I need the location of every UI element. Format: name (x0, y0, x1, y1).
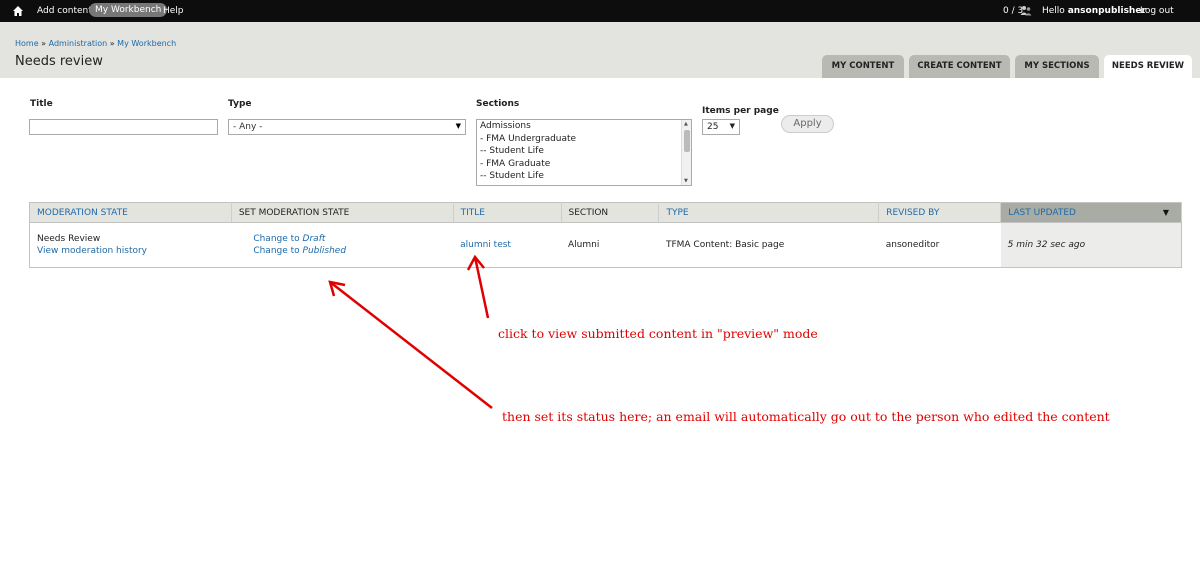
results-table: MODERATION STATE SET MODERATION STATE TI… (29, 202, 1182, 268)
change-to-draft-link[interactable]: Change to Draft (253, 234, 446, 244)
cell-revised-by: ansoneditor (885, 240, 940, 250)
tab-my-sections[interactable]: MY SECTIONS (1015, 55, 1099, 78)
tab-create-content[interactable]: CREATE CONTENT (909, 55, 1010, 78)
breadcrumb-separator: » (41, 39, 47, 48)
cell-section: Alumni (568, 240, 600, 250)
draft-state-label: Draft (302, 234, 326, 244)
header-revised-by[interactable]: REVISED BY (878, 202, 1002, 223)
tab-needs-review[interactable]: NEEDS REVIEW (1104, 55, 1192, 78)
items-per-page-label: Items per page (702, 106, 779, 116)
tab-my-content[interactable]: MY CONTENT (822, 55, 904, 78)
table-row: Needs Review View moderation history Cha… (30, 222, 1182, 268)
cell-last-updated: 5 min 32 sec ago (1000, 222, 1182, 268)
users-icon (1020, 5, 1032, 16)
section-option[interactable]: Admissions (477, 120, 691, 133)
dropdown-arrow-icon: ▼ (729, 122, 735, 130)
header-title[interactable]: TITLE (453, 202, 562, 223)
sections-filter-list[interactable]: Admissions - FMA Undergraduate -- Studen… (476, 119, 692, 186)
cell-type: TFMA Content: Basic page (665, 240, 785, 250)
change-to-prefix: Change to (253, 234, 300, 244)
items-per-page-value: 25 (707, 122, 719, 132)
dropdown-arrow-icon: ▼ (455, 122, 461, 130)
header-section: SECTION (561, 202, 660, 223)
my-workbench-link[interactable]: My Workbench (89, 3, 168, 17)
page-header: Home » Administration » My Workbench Nee… (0, 22, 1200, 78)
title-filter-label: Title (30, 99, 53, 109)
change-to-published-link[interactable]: Change to Published (253, 246, 446, 256)
change-to-prefix: Change to (253, 246, 300, 256)
section-option[interactable]: -- Student Life (477, 170, 691, 183)
section-option[interactable]: - FMA Undergraduate (477, 133, 691, 146)
type-filter-select[interactable]: - Any - ▼ (228, 119, 466, 135)
header-moderation-state[interactable]: MODERATION STATE (29, 202, 232, 223)
apply-button[interactable]: Apply (781, 115, 834, 133)
title-filter-input[interactable] (29, 119, 218, 135)
greeting: Hello ansonpublisher (1042, 6, 1146, 16)
scroll-up-icon[interactable]: ▲ (684, 121, 688, 127)
annotation-arrows (328, 254, 493, 409)
add-content-link[interactable]: Add content (37, 6, 92, 16)
greeting-hello: Hello (1042, 6, 1065, 16)
page-title: Needs review (15, 54, 103, 69)
section-option[interactable]: -- Student Life (477, 145, 691, 158)
header-last-updated[interactable]: LAST UPDATED ▼ (1000, 202, 1182, 223)
help-link[interactable]: Help (163, 6, 184, 16)
cell-moderation-state: Needs Review View moderation history (30, 223, 232, 268)
moderation-state-value: Needs Review (37, 234, 101, 244)
sections-filter-label: Sections (476, 99, 520, 109)
breadcrumb-separator: » (109, 39, 115, 48)
table-header-row: MODERATION STATE SET MODERATION STATE TI… (29, 202, 1182, 223)
header-set-moderation-state: SET MODERATION STATE (231, 202, 454, 223)
type-filter-value: - Any - (233, 122, 263, 132)
scrollbar-thumb[interactable] (684, 130, 690, 152)
username-link[interactable]: ansonpublisher (1068, 6, 1146, 16)
header-last-updated-label: LAST UPDATED (1008, 207, 1076, 218)
sort-descending-icon: ▼ (1162, 208, 1169, 217)
annotation-status-note: then set its status here; an email will … (502, 409, 1110, 424)
arrow-to-set-state (329, 281, 493, 409)
scroll-down-icon[interactable]: ▼ (684, 178, 688, 184)
content-title-link[interactable]: alumni test (460, 240, 511, 250)
type-filter-label: Type (228, 99, 252, 109)
section-option[interactable]: - FMA Graduate (477, 158, 691, 171)
admin-toolbar: Add content My Workbench Help 0 / 3 Hell… (0, 0, 1200, 22)
arrowhead-set-state (328, 280, 346, 297)
items-per-page-select[interactable]: 25 ▼ (702, 119, 740, 135)
header-type[interactable]: TYPE (658, 202, 880, 223)
annotation-overlay: click to view submitted content in "prev… (0, 0, 1200, 578)
breadcrumb: Home » Administration » My Workbench (15, 39, 176, 48)
breadcrumb-my-workbench[interactable]: My Workbench (117, 39, 176, 48)
annotation-preview-note: click to view submitted content in "prev… (498, 326, 818, 341)
breadcrumb-administration[interactable]: Administration (49, 39, 108, 48)
view-moderation-history-link[interactable]: View moderation history (37, 246, 224, 256)
cell-set-moderation-state: Change to Draft Change to Published (231, 223, 453, 268)
logout-link[interactable]: Log out (1140, 6, 1174, 16)
cell-title: alumni test (453, 223, 561, 268)
published-state-label: Published (302, 246, 347, 256)
breadcrumb-home[interactable]: Home (15, 39, 39, 48)
sections-scrollbar[interactable]: ▲ ▼ (681, 120, 691, 185)
home-icon[interactable] (12, 5, 24, 17)
